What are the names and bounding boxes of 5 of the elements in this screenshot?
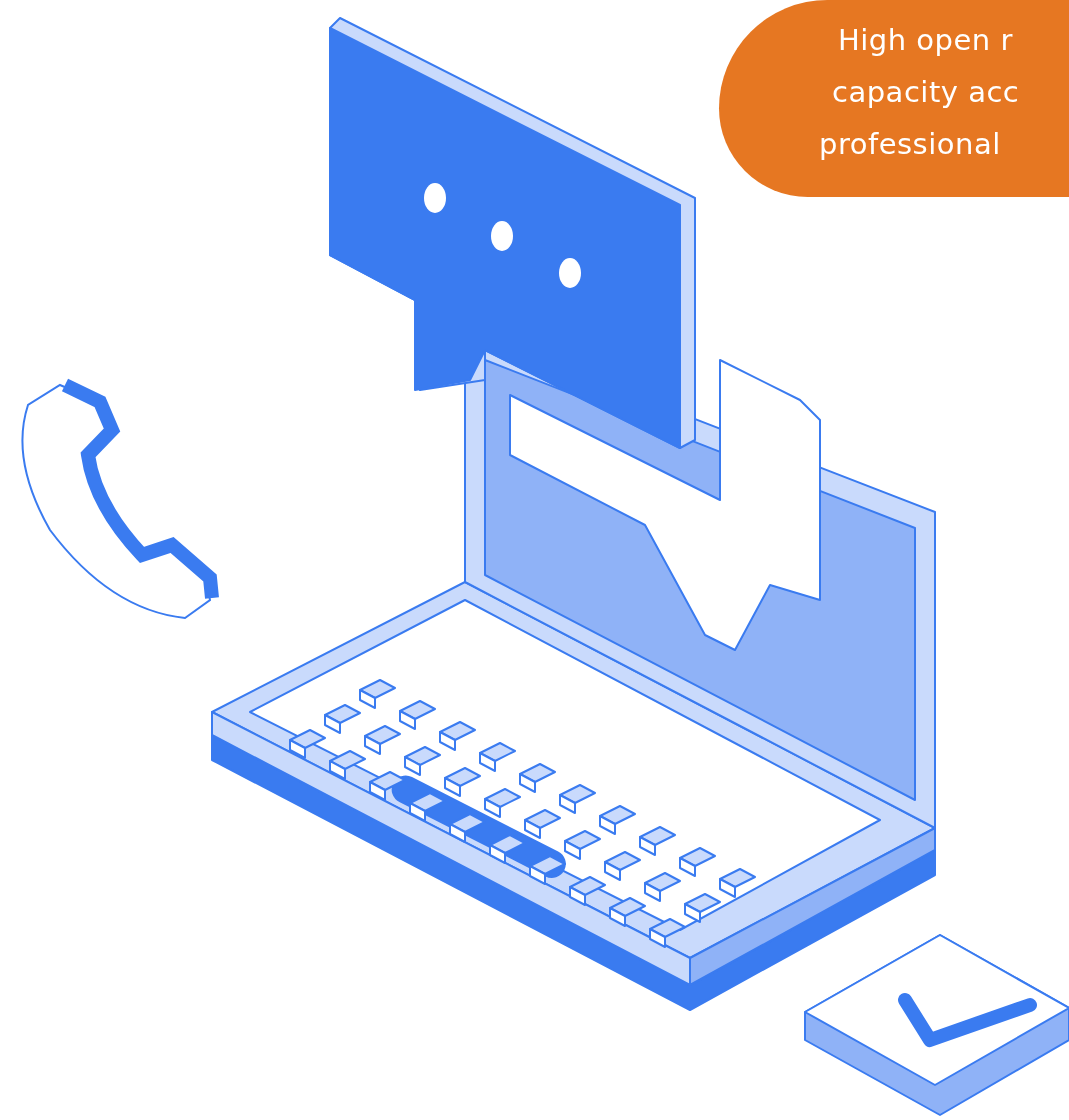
callout-text: capacity acc: [832, 74, 1020, 111]
phone-icon: [21, 378, 219, 619]
callout-text: professional: [819, 126, 1001, 163]
checkmark-card-icon: [804, 934, 1069, 1116]
callout-text: High open r: [838, 22, 1013, 59]
